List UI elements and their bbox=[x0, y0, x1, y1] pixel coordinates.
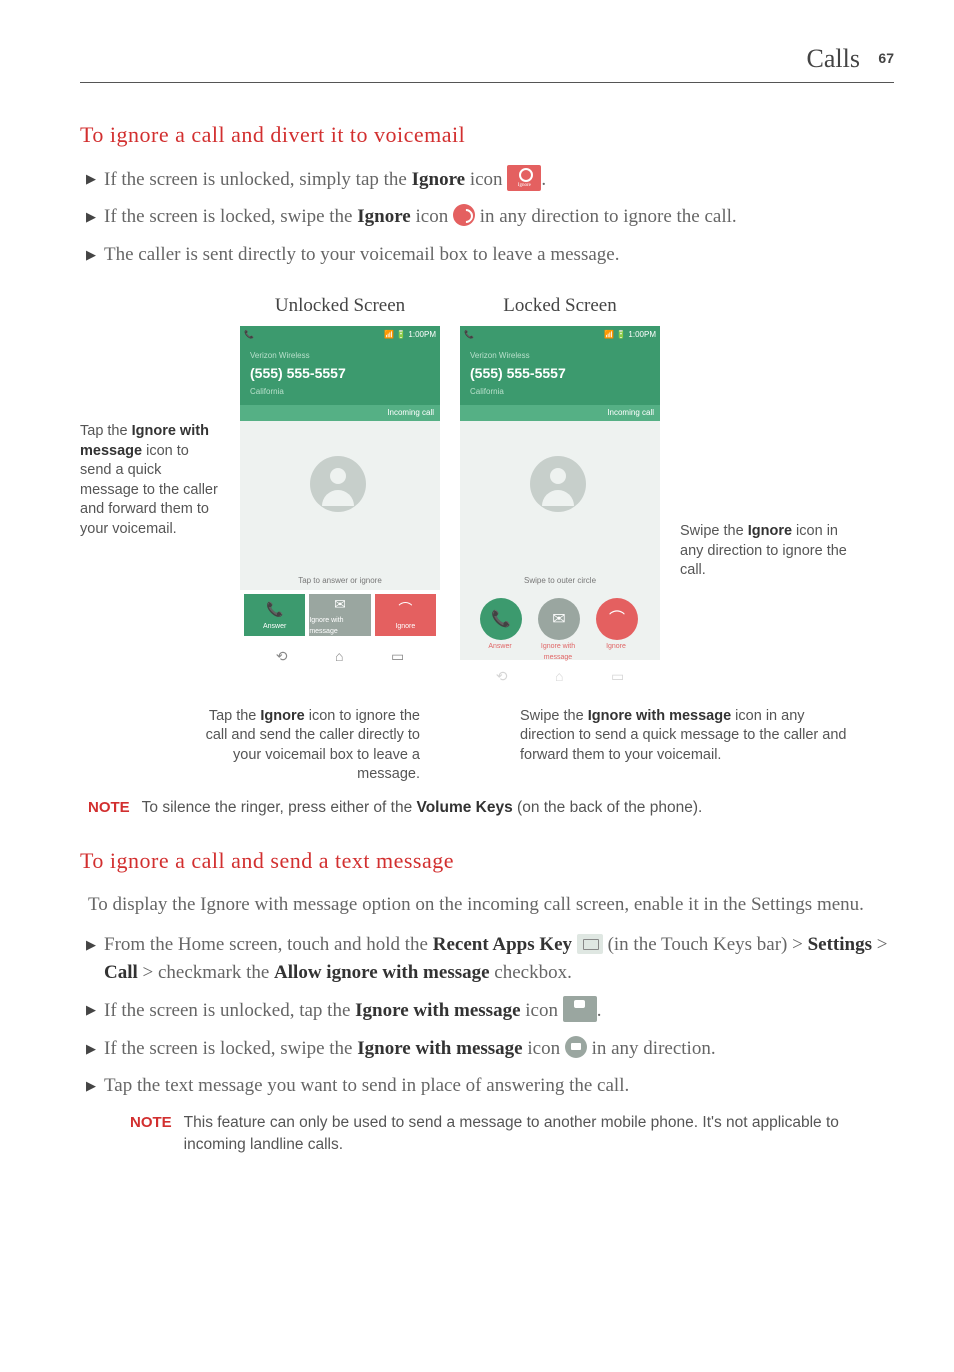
ignore-msg-swipe[interactable]: ✉ bbox=[538, 598, 580, 640]
caller-location: California bbox=[250, 386, 430, 398]
bullet-marker: ▶ bbox=[86, 165, 96, 194]
bullet-marker: ▶ bbox=[86, 203, 96, 231]
locked-column: Locked Screen 📞 📶 🔋 1:00PM Verizon Wirel… bbox=[460, 292, 660, 693]
ignore-with-message-icon[interactable] bbox=[563, 996, 597, 1022]
swipe-buttons: 📞 ✉ ⌒ Answer Ignore with message Ignore bbox=[460, 590, 660, 660]
phone-glyph-icon: 📞 bbox=[266, 599, 283, 619]
phone-number: (555) 555-5557 bbox=[470, 363, 650, 383]
incoming-label: Incoming call bbox=[240, 405, 440, 421]
ignore-label: Ignore bbox=[591, 642, 641, 652]
back-icon[interactable]: ⟲ bbox=[276, 646, 288, 666]
note-label: NOTE bbox=[88, 797, 130, 819]
note-text: This feature can only be used to send a … bbox=[184, 1112, 894, 1155]
bullet-settings: ▶ From the Home screen, touch and hold t… bbox=[86, 931, 894, 986]
note-volume: NOTE To silence the ringer, press either… bbox=[88, 797, 894, 819]
carrier-label: Verizon Wireless bbox=[470, 350, 650, 362]
bullet-2: ▶ If the screen is locked, swipe the Ign… bbox=[86, 203, 894, 231]
heading-ignore-text: To ignore a call and send a text message bbox=[80, 845, 894, 877]
hangup-glyph-icon: ⌒ bbox=[398, 599, 412, 619]
avatar-icon bbox=[310, 456, 366, 512]
recent-icon: ▭ bbox=[611, 666, 624, 686]
nav-bar: ⟲ ⌂ ▭ bbox=[240, 640, 440, 672]
bullet-text: If the screen is locked, swipe the Ignor… bbox=[104, 1035, 716, 1063]
left-annotation: Tap the Ignore with message icon to send… bbox=[80, 292, 220, 539]
caller-location: California bbox=[470, 386, 650, 398]
caller-info: Verizon Wireless (555) 555-5557 Californ… bbox=[460, 344, 660, 405]
doc-section: Calls bbox=[807, 44, 860, 73]
caption-left: Tap the Ignore icon to ignore the call a… bbox=[200, 707, 420, 785]
status-bar: 📞 📶 🔋 1:00PM bbox=[240, 326, 440, 344]
recent-icon[interactable]: ▭ bbox=[391, 646, 404, 666]
figure-captions: Tap the Ignore icon to ignore the call a… bbox=[80, 699, 894, 785]
back-icon: ⟲ bbox=[496, 666, 508, 686]
unlocked-column: Unlocked Screen 📞 📶 🔋 1:00PM Verizon Wir… bbox=[240, 292, 440, 673]
answer-label: Answer bbox=[475, 642, 525, 652]
locked-title: Locked Screen bbox=[460, 292, 660, 320]
note-text: To silence the ringer, press either of t… bbox=[142, 797, 703, 819]
page-number: 67 bbox=[878, 50, 894, 66]
ignore-with-message-button[interactable]: ✉Ignore with message bbox=[309, 594, 370, 636]
caller-info: Verizon Wireless (555) 555-5557 Californ… bbox=[240, 344, 440, 405]
avatar-icon bbox=[530, 456, 586, 512]
status-right: 📶 🔋 1:00PM bbox=[384, 329, 436, 341]
answer-swipe[interactable]: 📞 bbox=[480, 598, 522, 640]
message-glyph-icon: ✉ bbox=[334, 594, 346, 614]
bullet-1: ▶ If the screen is unlocked, simply tap … bbox=[86, 165, 894, 194]
bullet-marker: ▶ bbox=[86, 996, 96, 1025]
phone-locked: 📞 📶 🔋 1:00PM Verizon Wireless (555) 555-… bbox=[460, 326, 660, 693]
call-body bbox=[240, 421, 440, 571]
bullet-tap-message: ▶ Tap the text message you want to send … bbox=[86, 1072, 894, 1100]
bullet-marker: ▶ bbox=[86, 931, 96, 986]
status-bar: 📞 📶 🔋 1:00PM bbox=[460, 326, 660, 344]
carrier-label: Verizon Wireless bbox=[250, 350, 430, 362]
caption-right: Swipe the Ignore with message icon in an… bbox=[520, 707, 850, 785]
bullet-text: The caller is sent directly to your voic… bbox=[104, 241, 619, 269]
ignore-button[interactable]: ⌒Ignore bbox=[375, 594, 436, 636]
bullet-unlocked-msg: ▶ If the screen is unlocked, tap the Ign… bbox=[86, 996, 894, 1025]
bullet-marker: ▶ bbox=[86, 1072, 96, 1100]
page-header: Calls 67 bbox=[80, 40, 894, 83]
home-icon[interactable]: ⌂ bbox=[335, 646, 343, 666]
call-buttons: 📞Answer ✉Ignore with message ⌒Ignore bbox=[240, 590, 440, 640]
ignore-icon[interactable] bbox=[507, 165, 541, 191]
bullet-marker: ▶ bbox=[86, 241, 96, 269]
unlocked-title: Unlocked Screen bbox=[240, 292, 440, 320]
bullet-text: From the Home screen, touch and hold the… bbox=[104, 931, 894, 986]
bullet-text: If the screen is unlocked, tap the Ignor… bbox=[104, 996, 601, 1025]
recent-apps-icon[interactable] bbox=[577, 934, 603, 954]
ignore-with-message-swipe-icon[interactable] bbox=[565, 1036, 587, 1058]
intro-text: To display the Ignore with message optio… bbox=[88, 891, 894, 920]
phone-icon: 📞 bbox=[244, 329, 254, 341]
heading-ignore-voicemail: To ignore a call and divert it to voicem… bbox=[80, 119, 894, 151]
bullet-text: Tap the text message you want to send in… bbox=[104, 1072, 629, 1100]
status-right: 📶 🔋 1:00PM bbox=[604, 329, 656, 341]
hint-text: Tap to answer or ignore bbox=[240, 571, 440, 591]
bullet-text: If the screen is locked, swipe the Ignor… bbox=[104, 203, 737, 231]
bullet-marker: ▶ bbox=[86, 1035, 96, 1063]
answer-button[interactable]: 📞Answer bbox=[244, 594, 305, 636]
note-landline: NOTE This feature can only be used to se… bbox=[130, 1112, 894, 1155]
incoming-label: Incoming call bbox=[460, 405, 660, 421]
hint-text: Swipe to outer circle bbox=[460, 571, 660, 591]
bullet-locked-msg: ▶ If the screen is locked, swipe the Ign… bbox=[86, 1035, 894, 1063]
ignore-swipe-icon[interactable] bbox=[453, 204, 475, 226]
phone-icon: 📞 bbox=[464, 329, 474, 341]
bullet-text: If the screen is unlocked, simply tap th… bbox=[104, 165, 546, 194]
phone-number: (555) 555-5557 bbox=[250, 363, 430, 383]
right-annotation: Swipe the Ignore icon in any direction t… bbox=[680, 292, 850, 581]
screenshots-figure: Tap the Ignore with message icon to send… bbox=[80, 292, 894, 693]
home-icon: ⌂ bbox=[555, 666, 563, 686]
bullet-3: ▶ The caller is sent directly to your vo… bbox=[86, 241, 894, 269]
nav-bar: ⟲ ⌂ ▭ bbox=[460, 660, 660, 692]
call-body bbox=[460, 421, 660, 571]
ignore-swipe[interactable]: ⌒ bbox=[596, 598, 638, 640]
phone-unlocked: 📞 📶 🔋 1:00PM Verizon Wireless (555) 555-… bbox=[240, 326, 440, 673]
note-label: NOTE bbox=[130, 1112, 172, 1155]
